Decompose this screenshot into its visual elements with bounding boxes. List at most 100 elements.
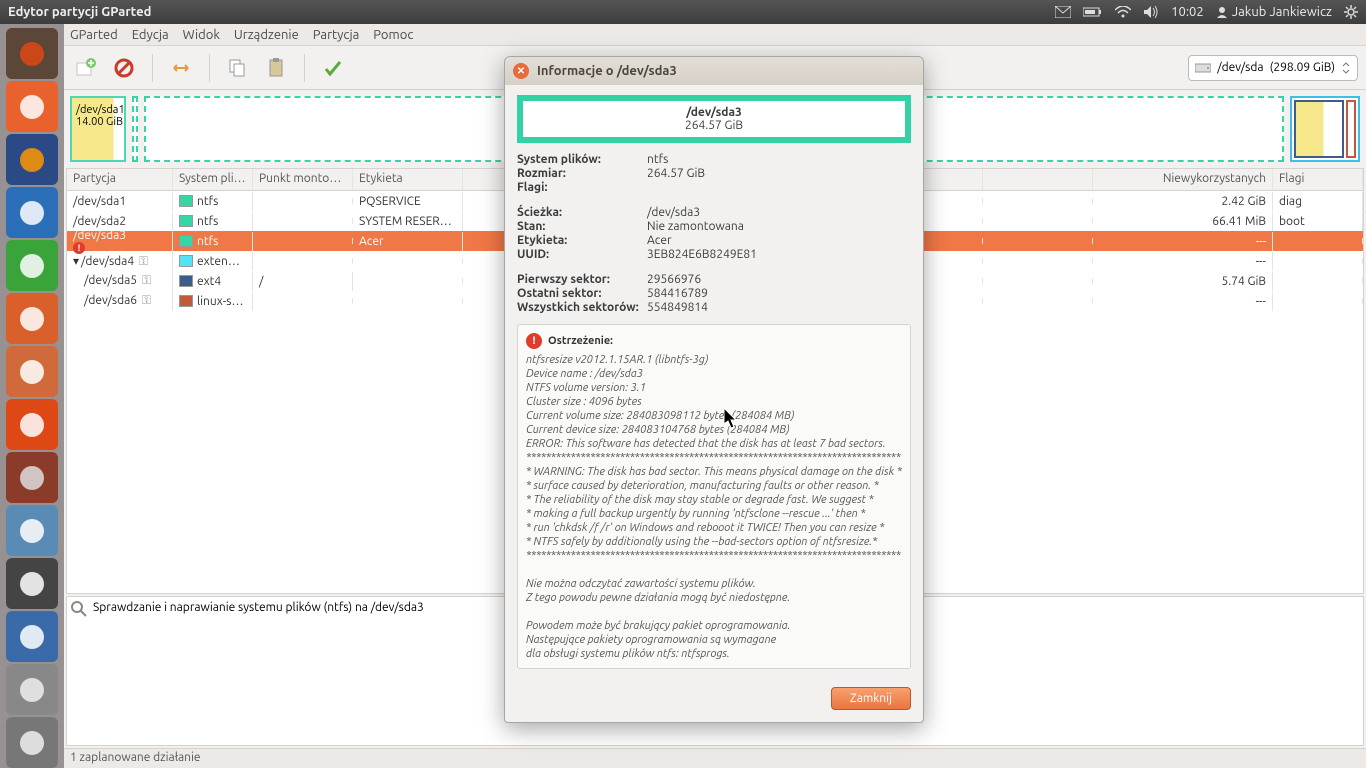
warning-line: * run 'chkdsk /f /r' on Windows and rebo… [526,521,902,535]
info-row: UUID:3EB824E6B8249E81 [517,248,911,261]
warning-line: ERROR: This software has detected that t… [526,437,902,451]
warning-line: Current volume size: 284083098112 bytes … [526,409,902,423]
operation-text: Sprawdzanie i naprawianie systemu plików… [93,601,424,741]
launcher-impress[interactable] [6,293,58,344]
warning-line: Current device size: 284083104768 bytes … [526,423,902,437]
launcher-photos[interactable] [6,611,58,662]
apply-button[interactable] [319,54,347,82]
launcher-settings[interactable] [6,452,58,503]
col-used[interactable] [983,169,1093,190]
paste-button[interactable] [262,54,290,82]
launcher-ubuntu[interactable] [6,28,58,79]
warning-line: Cluster size : 4096 bytes [526,395,902,409]
menu-widok[interactable]: Widok [183,28,220,42]
warning-line [526,605,902,619]
pbar-sda2[interactable] [132,96,138,162]
resize-button[interactable] [167,54,195,82]
dialog-part-name: /dev/sda3 [686,106,741,119]
warning-line: * The reliability of the disk may stay s… [526,493,902,507]
warning-line: Nie można odczytać zawartości systemu pl… [526,577,902,591]
pbar-sda1[interactable]: /dev/sda114.00 GiB [70,96,126,162]
wifi-icon[interactable] [1115,6,1131,18]
warning-line: ntfsresize v2012.1.15AR.1 (libntfs-3g) [526,353,902,367]
info-dialog: ✕ Informacje o /dev/sda3 /dev/sda3 264.5… [504,56,924,723]
key-icon: ⚿ [142,274,156,288]
warning-line: NTFS volume version: 3.1 [526,381,902,395]
col-mountpoint[interactable]: Punkt montowania [253,169,353,190]
window-title: Edytor partycji GParted [8,5,151,19]
expand-icon[interactable]: ▾ [73,255,79,268]
warning-line: Device name : /dev/sda3 [526,367,902,381]
warning-line: * surface caused by deterioration, manuf… [526,479,902,493]
delete-partition-button[interactable] [110,54,138,82]
warning-icon: ! [526,333,542,349]
menubar: GParted Edycja Widok Urządzenie Partycja Pomo… [64,24,1366,46]
warning-line: Z tego powodu pewne działania mogą być n… [526,591,902,605]
info-row: Stan:Nie zamontowana [517,220,911,233]
launcher-software[interactable] [6,346,58,397]
unity-launcher [0,24,64,768]
dialog-partition-bar: /dev/sda3 264.57 GiB [517,95,911,143]
warning-title: ! Ostrzeżenie: [526,333,902,349]
info-row: Ostatni sektor:584416789 [517,287,911,300]
launcher-ubuntu-one[interactable] [6,399,58,450]
menu-gparted[interactable]: GParted [70,28,118,42]
launcher-chromium[interactable] [6,505,58,556]
disk-size: (298.09 GiB) [1270,61,1335,74]
close-icon[interactable]: ✕ [513,63,529,79]
disk-selector[interactable]: /dev/sda (298.09 GiB) [1188,55,1358,81]
gear-icon[interactable] [1344,5,1358,19]
warning-line: Następujące pakiety oprogramowania są wy… [526,633,902,647]
warning-line: * WARNING: The disk has bad sector. This… [526,465,902,479]
launcher-cd[interactable] [6,664,58,715]
pbar-sda4[interactable] [1290,96,1360,162]
battery-icon[interactable] [1083,7,1103,17]
col-unused[interactable]: Niewykorzystanych [1093,169,1273,190]
search-icon [71,601,87,617]
new-partition-button[interactable] [72,54,100,82]
col-flags[interactable]: Flagi [1273,169,1363,190]
launcher-files[interactable] [6,81,58,132]
col-partition[interactable]: Partycja [67,169,173,190]
pbar-sda5[interactable] [1294,100,1344,158]
info-row: Rozmiar:264.57 GiB [517,167,911,180]
close-button[interactable]: Zamknij [831,687,911,710]
col-filesystem[interactable]: System plików [173,169,253,190]
volume-icon[interactable] [1143,5,1159,19]
launcher-calc[interactable] [6,240,58,291]
copy-button[interactable] [224,54,252,82]
key-icon: ⚿ [142,294,156,308]
disk-icon [1195,62,1211,74]
dialog-title-text: Informacje o /dev/sda3 [537,64,677,78]
pbar-sda6[interactable] [1346,100,1356,158]
col-label[interactable]: Etykieta [353,169,463,190]
info-row: Flagi: [517,181,911,194]
warning-line: Powodem może być brakujący pakiet oprogr… [526,619,902,633]
info-row: System plików:ntfs [517,153,911,166]
info-row: Ścieżka:/dev/sda3 [517,206,911,219]
pbar-sda1-label: /dev/sda114.00 GiB [76,104,125,128]
warning-line: ****************************************… [526,549,902,563]
clock[interactable]: 10:02 [1171,5,1204,19]
warning-line: dla obsługi systemu plików ntfs: ntfspro… [526,647,902,661]
launcher-dvd[interactable] [6,717,58,768]
warning-line: ****************************************… [526,451,902,465]
dialog-part-size: 264.57 GiB [685,119,743,132]
info-row: Etykieta:Acer [517,234,911,247]
menu-edycja[interactable]: Edycja [132,28,169,42]
launcher-writer[interactable] [6,187,58,238]
menu-partycja[interactable]: Partycja [313,28,360,42]
menu-urządzenie[interactable]: Urządzenie [234,28,299,42]
user-menu[interactable]: Jakub Jankiewicz [1216,5,1332,19]
spin-icon [1341,61,1351,75]
launcher-colors[interactable] [6,558,58,609]
system-top-panel: Edytor partycji GParted 10:02 Jakub Jank… [0,0,1366,24]
menu-pomoc[interactable]: Pomoc [373,28,413,42]
mail-icon[interactable] [1055,6,1071,18]
launcher-firefox[interactable] [6,134,58,185]
warning-line [526,563,902,577]
info-row: Wszystkich sektorów:554849814 [517,301,911,314]
warning-line: * making a full backup urgently by runni… [526,507,902,521]
dialog-titlebar[interactable]: ✕ Informacje o /dev/sda3 [505,57,923,85]
warning-line: * NTFS safely by additionally using the … [526,535,902,549]
